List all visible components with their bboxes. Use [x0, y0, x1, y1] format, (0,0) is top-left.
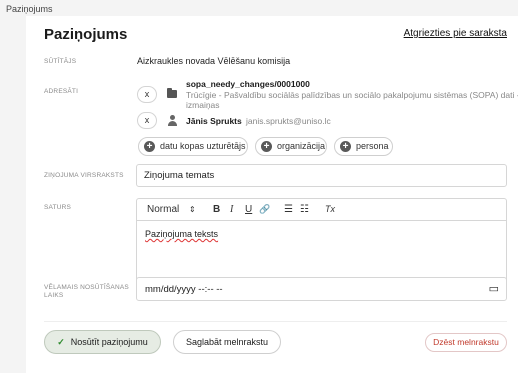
notification-form: Paziņojums Atgriezties pie saraksta SŪTĪ… — [26, 16, 518, 373]
editor-toolbar: Normal ⇕ B I U 🔗 ☰ ☷ Tx — [137, 199, 506, 221]
check-icon: ✓ — [57, 337, 65, 347]
remove-recipient-button[interactable]: x — [137, 112, 157, 129]
recipients-label: ADRESĀTI — [44, 88, 79, 95]
remove-recipient-button[interactable]: x — [137, 86, 157, 103]
subject-label: ZIŅOJUMA VIRSRAKSTS — [44, 172, 124, 179]
folder-icon — [167, 88, 177, 98]
send-notification-button[interactable]: ✓ Nosūtīt paziņojumu — [44, 330, 161, 354]
bold-button[interactable]: B — [213, 204, 220, 215]
underline-button[interactable]: U — [245, 204, 252, 215]
plus-icon: + — [144, 141, 155, 152]
clear-format-icon[interactable]: Tx — [325, 204, 335, 214]
calendar-icon[interactable]: ▭ — [489, 282, 499, 295]
format-chevron-icon: ⇕ — [189, 205, 196, 214]
recipient-dataset-description: Trūcīgie - Pašvaldību sociālās palīdzība… — [186, 90, 518, 110]
add-dataset-maintainer-button[interactable]: + datu kopas uzturētājs — [138, 137, 248, 156]
editor-text[interactable]: Paziņojuma teksts — [145, 229, 218, 239]
italic-button[interactable]: I — [230, 204, 233, 215]
recipient-person-name: Jānis Sprukts — [186, 116, 242, 126]
add-organization-button[interactable]: + organizācija — [255, 137, 327, 156]
recipient-dataset-name: sopa_needy_changes/0001000 — [186, 79, 310, 89]
subject-input[interactable]: Ziņojuma temats — [136, 164, 507, 187]
divider — [44, 321, 507, 322]
content-editor[interactable]: Normal ⇕ B I U 🔗 ☰ ☷ Tx Paziņojuma tekst… — [136, 198, 507, 283]
send-time-label: VĒLAMAIS NOSŪTĪŠANAS LAIKS — [44, 284, 129, 299]
recipient-person-email: janis.sprukts@uniso.lc — [246, 116, 331, 126]
delete-draft-button[interactable]: Dzēst melnrakstu — [425, 333, 507, 352]
plus-icon: + — [340, 141, 351, 152]
sender-label: SŪTĪTĀJS — [44, 58, 77, 65]
plus-icon: + — [261, 141, 272, 152]
page-title: Paziņojums — [44, 26, 128, 43]
content-label: SATURS — [44, 204, 72, 211]
ordered-list-icon[interactable]: ☰ — [284, 204, 293, 215]
format-select[interactable]: Normal — [147, 204, 179, 215]
add-person-button[interactable]: + persona — [334, 137, 393, 156]
person-icon — [167, 115, 177, 127]
sender-value: Aizkraukles novada Vēlēšanu komisija — [137, 56, 291, 66]
bullet-list-icon[interactable]: ☷ — [300, 204, 309, 215]
send-datetime-input[interactable]: mm/dd/yyyy --:-- -- ▭ — [136, 277, 507, 301]
back-to-list-link[interactable]: Atgriezties pie saraksta — [404, 28, 507, 39]
link-icon[interactable]: 🔗 — [259, 204, 270, 215]
save-draft-button[interactable]: Saglabāt melnrakstu — [173, 330, 281, 354]
breadcrumb[interactable]: Paziņojums — [6, 4, 53, 14]
